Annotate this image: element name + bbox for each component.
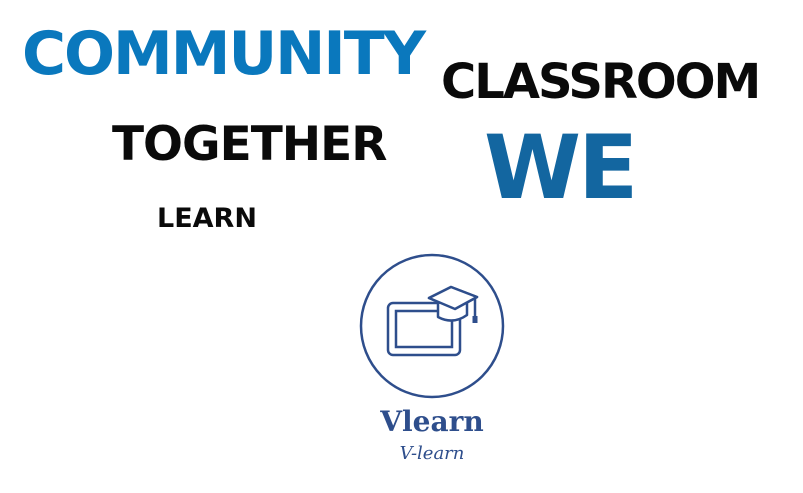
logo-emblem bbox=[359, 253, 505, 399]
word-learn: LEARN bbox=[157, 203, 257, 234]
tablet-with-graduation-cap-icon bbox=[359, 253, 505, 399]
word-together: TOGETHER bbox=[112, 117, 387, 172]
brand-tagline: V-learn bbox=[399, 443, 465, 464]
word-community: COMMUNITY bbox=[22, 19, 426, 89]
word-classroom: CLASSROOM bbox=[441, 54, 761, 110]
word-we: WE bbox=[484, 116, 638, 219]
brand-name: Vlearn bbox=[380, 405, 484, 438]
